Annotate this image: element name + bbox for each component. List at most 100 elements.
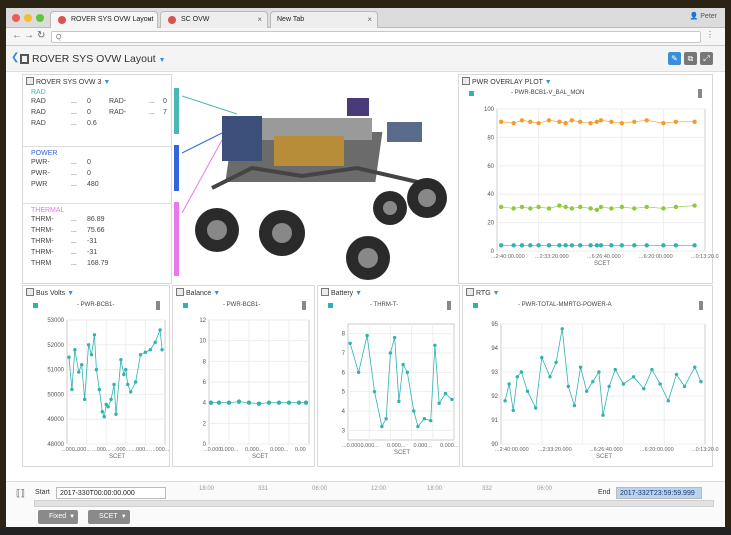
- data-point[interactable]: [148, 348, 152, 352]
- data-point[interactable]: [619, 121, 624, 126]
- data-point[interactable]: [692, 203, 697, 208]
- data-point[interactable]: [443, 391, 448, 396]
- data-point[interactable]: [674, 372, 679, 377]
- data-point[interactable]: [208, 400, 214, 405]
- data-point[interactable]: [591, 379, 595, 384]
- end-time-input[interactable]: 2017-332T23:59:59.999: [616, 487, 702, 499]
- chart-plot[interactable]: 480004900050000510005200053000: [23, 286, 175, 474]
- data-point[interactable]: [607, 384, 611, 389]
- telemetry-row[interactable]: THRM-... -31: [31, 238, 171, 249]
- data-point[interactable]: [97, 387, 102, 392]
- data-point[interactable]: [226, 400, 232, 405]
- data-point[interactable]: [661, 243, 666, 248]
- data-point[interactable]: [546, 243, 552, 248]
- data-point[interactable]: [67, 355, 71, 359]
- data-point[interactable]: [372, 389, 377, 394]
- telemetry-row[interactable]: PWR-... 0: [31, 170, 171, 181]
- data-point[interactable]: [416, 424, 420, 429]
- data-point[interactable]: [578, 119, 583, 124]
- data-point[interactable]: [73, 348, 77, 352]
- data-point[interactable]: [503, 399, 507, 403]
- forward-icon[interactable]: →: [24, 30, 34, 41]
- data-point[interactable]: [563, 121, 568, 126]
- data-point[interactable]: [673, 119, 679, 124]
- data-point[interactable]: [511, 206, 516, 211]
- data-point[interactable]: [519, 118, 525, 123]
- data-point[interactable]: [609, 243, 614, 248]
- data-point[interactable]: [515, 375, 520, 379]
- data-point[interactable]: [511, 121, 516, 126]
- data-point[interactable]: [631, 375, 636, 379]
- data-point[interactable]: [650, 367, 654, 372]
- data-point[interactable]: [619, 204, 624, 210]
- data-point[interactable]: [519, 243, 525, 248]
- menu-icon[interactable]: ⋮: [706, 30, 714, 39]
- profile-user[interactable]: 👤 Peter: [690, 12, 717, 20]
- data-point[interactable]: [546, 118, 552, 123]
- data-point[interactable]: [82, 397, 87, 402]
- tab-close-icon[interactable]: ×: [257, 12, 262, 28]
- telemetry-row[interactable]: THRM-... -31: [31, 249, 171, 260]
- timeline-track[interactable]: [34, 500, 714, 507]
- data-point[interactable]: [692, 243, 697, 248]
- data-point[interactable]: [392, 335, 397, 340]
- telemetry-row[interactable]: RAD... 0.6: [31, 120, 171, 131]
- data-point[interactable]: [126, 382, 130, 387]
- data-point[interactable]: [119, 357, 123, 362]
- data-point[interactable]: [276, 400, 282, 405]
- data-point[interactable]: [644, 118, 649, 123]
- fixed-mode-select[interactable]: Fixed ▼: [38, 510, 79, 524]
- data-point[interactable]: [699, 379, 703, 384]
- data-point[interactable]: [519, 370, 524, 374]
- back-chevron-icon[interactable]: ❮: [11, 52, 19, 63]
- data-point[interactable]: [528, 119, 533, 124]
- data-point[interactable]: [598, 204, 604, 210]
- data-point[interactable]: [158, 328, 162, 332]
- data-point[interactable]: [256, 401, 262, 406]
- url-input[interactable]: Q: [51, 31, 701, 43]
- data-point[interactable]: [540, 355, 544, 360]
- data-point[interactable]: [296, 400, 302, 405]
- start-time-input[interactable]: 2017-330T00:00:00.000: [56, 487, 166, 499]
- data-point[interactable]: [644, 204, 649, 210]
- data-point[interactable]: [216, 400, 222, 405]
- back-icon[interactable]: ←: [12, 30, 22, 41]
- tab-rover-sys-ovw[interactable]: ROVER SYS OVW Layout ×: [50, 11, 158, 28]
- telemetry-row[interactable]: PWR... 480: [31, 181, 171, 192]
- data-point[interactable]: [236, 399, 242, 404]
- data-point[interactable]: [422, 417, 427, 421]
- data-point[interactable]: [380, 424, 384, 429]
- data-point[interactable]: [569, 206, 575, 211]
- data-point[interactable]: [450, 397, 454, 402]
- telemetry-row[interactable]: PWR-... 0: [31, 159, 171, 170]
- data-point[interactable]: [658, 382, 662, 386]
- data-point[interactable]: [100, 410, 104, 414]
- data-point[interactable]: [94, 367, 99, 372]
- chart-plot[interactable]: 024681012: [173, 286, 319, 474]
- maximize-window-icon[interactable]: [36, 14, 44, 22]
- data-point[interactable]: [594, 243, 600, 248]
- data-point[interactable]: [114, 412, 118, 416]
- data-point[interactable]: [632, 119, 637, 124]
- data-point[interactable]: [621, 382, 626, 386]
- popout-icon[interactable]: ⧉: [684, 52, 697, 65]
- close-window-icon[interactable]: [12, 14, 20, 22]
- data-point[interactable]: [143, 350, 148, 354]
- data-point[interactable]: [138, 353, 143, 357]
- data-point[interactable]: [102, 415, 106, 419]
- data-point[interactable]: [598, 243, 604, 248]
- data-point[interactable]: [557, 243, 562, 248]
- data-point[interactable]: [106, 405, 110, 409]
- data-point[interactable]: [348, 341, 352, 346]
- data-point[interactable]: [563, 204, 568, 210]
- data-point[interactable]: [560, 327, 564, 331]
- data-point[interactable]: [160, 348, 164, 352]
- data-point[interactable]: [682, 384, 687, 389]
- timeline-icon[interactable]: ⟦⟧: [16, 488, 25, 499]
- data-point[interactable]: [525, 389, 530, 393]
- data-point[interactable]: [405, 370, 410, 375]
- data-point[interactable]: [528, 243, 533, 248]
- data-point[interactable]: [594, 207, 600, 213]
- data-point[interactable]: [92, 333, 97, 337]
- data-point[interactable]: [673, 243, 679, 248]
